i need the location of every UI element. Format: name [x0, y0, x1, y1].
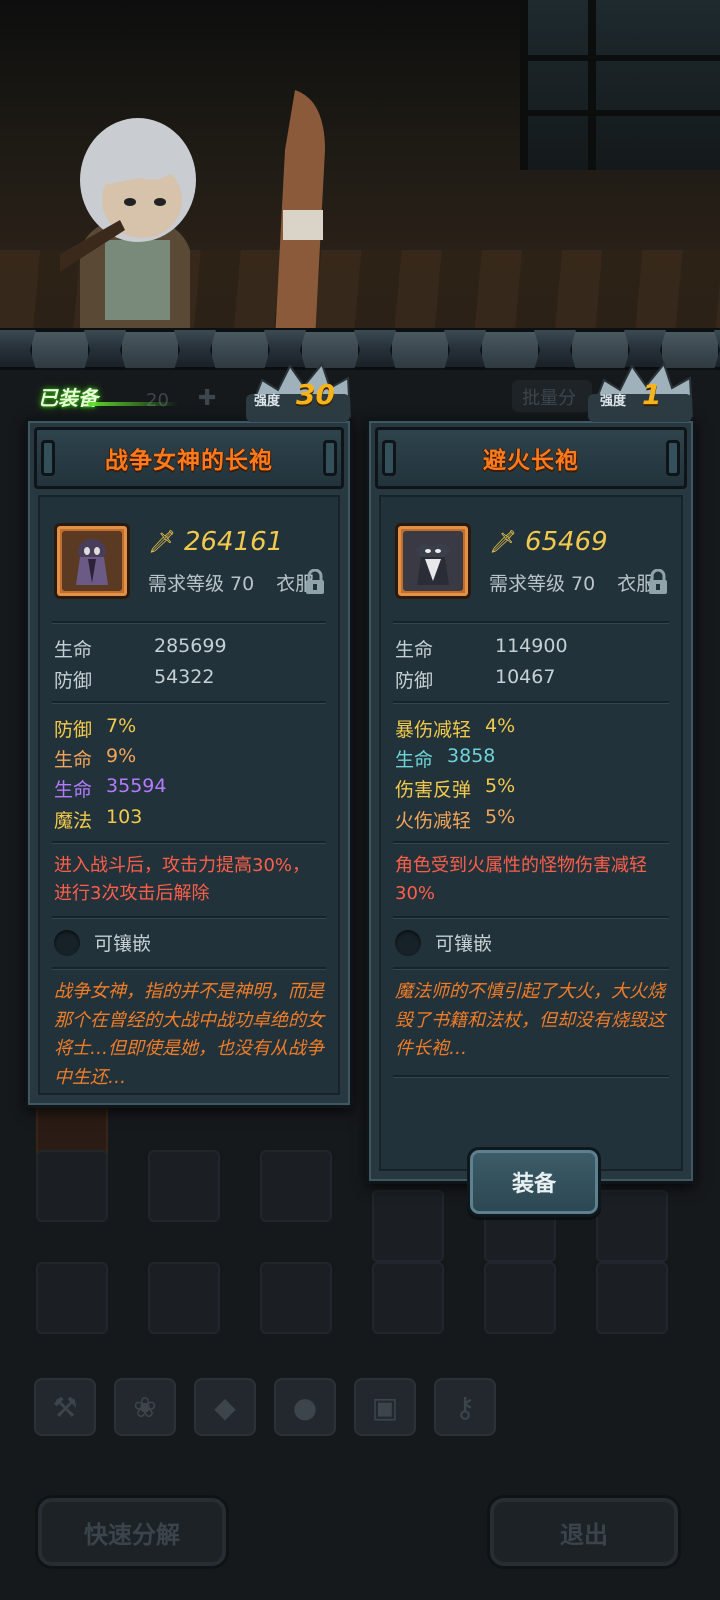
robe-icon [76, 539, 108, 585]
socket-row: 可镶嵌 [395, 929, 492, 956]
extra-stat: 暴伤减轻 4% [395, 715, 516, 741]
card-body: 🗡 65469 需求等级 70 衣服 生命 114900 防御 10467 暴伤减轻… [379, 495, 683, 1217]
item-title: 避火长袍 [483, 448, 579, 474]
strength-badge: 强度 30 [238, 360, 358, 430]
inventory-slot[interactable] [260, 1262, 332, 1334]
socket-label: 可镶嵌 [435, 933, 493, 955]
strength-badge: 强度 1 [580, 360, 700, 430]
base-stat: 防御 54322 [54, 666, 215, 692]
sword-icon: 🗡 [148, 529, 176, 555]
inventory-slot[interactable] [372, 1262, 444, 1334]
power-value: 264161 [183, 527, 284, 557]
power-row: 🗡 264161 [148, 527, 283, 557]
socket-icon [54, 929, 80, 956]
character-portrait [60, 118, 196, 340]
extra-stat: 防御 7% [54, 715, 137, 741]
equip-button[interactable]: 装备 [467, 1147, 601, 1217]
strength-label: 强度 [254, 394, 281, 409]
extra-stat: 火伤减轻 5% [395, 806, 516, 832]
chest-icon[interactable]: ▣ [354, 1378, 416, 1436]
extra-stat: 魔法 103 [54, 806, 143, 832]
equipped-tag: 已装备 [28, 378, 178, 414]
extra-stat: 生命 3858 [395, 745, 496, 771]
inventory-slot[interactable] [148, 1262, 220, 1334]
base-stat: 防御 10467 [395, 666, 556, 692]
special-effect: 角色受到火属性的怪物伤害减轻30% [395, 855, 647, 904]
hammer-icon[interactable]: ⚒ [34, 1378, 96, 1436]
card-header: 避火长袍 [375, 427, 687, 489]
inventory-slot[interactable] [36, 1262, 108, 1334]
gem-icon[interactable]: ◆ [194, 1378, 256, 1436]
required-level: 需求等级 70 [148, 573, 255, 595]
card-header: 战争女神的长袍 [34, 427, 344, 489]
background-window [520, 0, 720, 170]
strength-label: 强度 [600, 394, 627, 409]
inventory-slot[interactable] [36, 1150, 108, 1222]
extra-stat: 生命 35594 [54, 775, 167, 801]
lock-icon[interactable] [304, 569, 326, 595]
character-arm [275, 90, 325, 340]
bag-icon[interactable]: ● [274, 1378, 336, 1436]
base-stat: 生命 285699 [54, 635, 227, 661]
quick-decompose-button[interactable]: 快速分解 [38, 1498, 226, 1566]
scene-background [0, 0, 720, 345]
strength-value: 1 [642, 378, 662, 411]
inventory-slot[interactable] [596, 1262, 668, 1334]
socket-label: 可镶嵌 [94, 933, 152, 955]
inventory-slot[interactable] [372, 1190, 444, 1262]
card-body: 🗡 264161 需求等级 70 衣服 生命 285699 防御 54322 防御 7… [38, 495, 340, 1095]
item-lore: 战争女神，指的并不是神明，而是那个在曾经的大战中战功卓绝的女将士…但即使是她，也… [54, 981, 324, 1088]
item-lore: 魔法师的不慎引起了大火，大火烧毁了书籍和法杖，但却没有烧毁这件长袍… [395, 981, 665, 1059]
extra-stat: 伤害反弹 5% [395, 775, 516, 801]
plus-icon[interactable]: ✚ [198, 386, 216, 411]
power-value: 65469 [524, 527, 608, 557]
lock-icon[interactable] [647, 569, 669, 595]
strength-value: 30 [296, 378, 335, 411]
required-level: 需求等级 70 [489, 573, 596, 595]
power-row: 🗡 65469 [489, 527, 608, 557]
inventory-slot[interactable] [260, 1150, 332, 1222]
base-stat: 生命 114900 [395, 635, 568, 661]
compare-item-card: 避火长袍 🗡 65469 需求等级 70 衣服 生命 114900 防御 104… [366, 418, 696, 1217]
special-effect: 进入战斗后，攻击力提高30%，进行3次攻击后解除 [54, 855, 311, 904]
requirement-row: 需求等级 70 衣服 [489, 569, 669, 596]
socket-row: 可镶嵌 [54, 929, 151, 956]
exit-button[interactable]: 退出 [490, 1498, 678, 1566]
inventory-slot[interactable] [484, 1262, 556, 1334]
gear-icon [588, 361, 694, 422]
requirement-row: 需求等级 70 衣服 [148, 569, 326, 596]
item-icon [395, 523, 471, 599]
inventory-count: 20 [146, 390, 169, 411]
equipped-item-card: 战争女神的长袍 🗡 264161 需求等级 70 衣服 生命 285699 防御… [25, 418, 353, 1108]
robe-icon [415, 543, 451, 585]
batch-button-label: 批量分 [522, 388, 576, 409]
sword-icon: 🗡 [489, 529, 517, 555]
socket-icon [395, 929, 421, 956]
item-icon [54, 523, 130, 599]
extra-stat: 生命 9% [54, 745, 137, 771]
inventory-slot[interactable] [596, 1190, 668, 1262]
inventory-slot[interactable] [148, 1150, 220, 1222]
paw-icon[interactable]: ❀ [114, 1378, 176, 1436]
item-title: 战争女神的长袍 [105, 448, 273, 474]
key-icon[interactable]: ⚷ [434, 1378, 496, 1436]
